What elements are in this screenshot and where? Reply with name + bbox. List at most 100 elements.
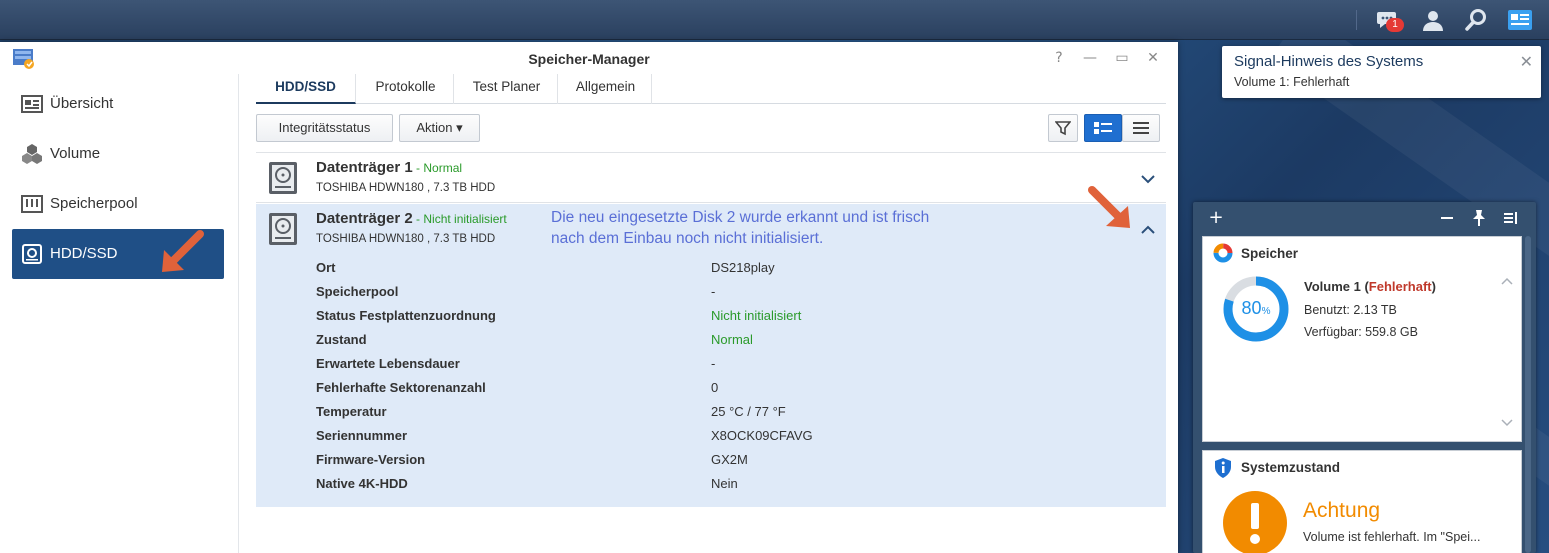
detail-label: Seriennummer [316, 428, 408, 443]
chevron-up-icon[interactable] [1501, 275, 1513, 290]
taskbar: 1 [0, 0, 1549, 40]
maximize-icon[interactable]: ▭ [1114, 50, 1130, 66]
detail-value: - [711, 356, 716, 371]
disk-list: Datenträger 1 - Normal TOSHIBA HDWN180 ,… [256, 152, 1166, 507]
detail-list-icon [1094, 122, 1112, 134]
add-widget-icon[interactable]: + [1206, 208, 1226, 228]
disk-name: Datenträger 2 - Nicht initialisiert [316, 210, 507, 227]
usage-percent-value: 80 [1241, 298, 1262, 318]
overview-icon [21, 93, 43, 115]
warning-icon [1223, 491, 1287, 553]
detail-value: 0 [711, 380, 719, 395]
integrity-status-button[interactable]: Integritätsstatus [256, 114, 393, 142]
volume-used: Benutzt: 2.13 TB [1304, 303, 1397, 317]
detail-label: Fehlerhafte Sektorenanzahl [316, 380, 486, 395]
health-text: Volume ist fehlerhaft. Im "Spei... [1303, 530, 1481, 544]
hdd-icon [21, 243, 43, 265]
detail-value: Normal [711, 332, 753, 347]
help-icon[interactable]: ? [1051, 50, 1067, 66]
sidebar-item-overview[interactable]: Übersicht [12, 79, 224, 129]
disk-row-1[interactable]: Datenträger 1 - Normal TOSHIBA HDWN180 ,… [256, 153, 1166, 203]
chevron-down-icon[interactable] [1140, 171, 1156, 187]
storage-pool-icon [21, 193, 43, 215]
tab-hdd-ssd[interactable]: HDD/SSD [256, 74, 356, 104]
detail-label: Erwartete Lebensdauer [316, 356, 460, 371]
arrow-annotation-icon [1086, 186, 1134, 232]
detail-value: DS218play [711, 260, 775, 275]
list-icon [1133, 122, 1149, 134]
hdd-icon [268, 161, 298, 195]
chevron-up-icon[interactable] [1140, 222, 1156, 238]
notification-body: Volume 1: Fehlerhaft [1234, 75, 1350, 89]
sidebar-item-volume[interactable]: Volume [12, 129, 224, 179]
window-titlebar[interactable]: Speicher-Manager ? — ▭ ✕ [0, 42, 1178, 74]
user-icon[interactable] [1421, 8, 1445, 32]
tab-logs[interactable]: Protokolle [358, 74, 454, 104]
disk-model: TOSHIBA HDWN180 , 7.3 TB HDD [316, 182, 496, 194]
volume-free: Verfügbar: 559.8 GB [1304, 325, 1418, 339]
storage-widget: Speicher 80% Volume 1 (Fehlerhaft) Benut… [1202, 236, 1522, 442]
detail-value: 25 °C / 77 °F [711, 404, 786, 419]
disk-name-text: Datenträger 2 [316, 210, 413, 227]
filter-icon [1054, 121, 1072, 136]
volume-state: Fehlerhaft [1368, 279, 1432, 294]
widget-settings-icon[interactable] [1501, 208, 1521, 228]
taskbar-separator [1356, 10, 1357, 30]
close-icon[interactable]: ✕ [1145, 50, 1161, 66]
search-icon[interactable] [1464, 8, 1488, 32]
disk-status: - Nicht initialisiert [412, 212, 507, 226]
shield-info-icon [1213, 457, 1233, 479]
chevron-down-icon[interactable] [1501, 417, 1513, 432]
widget-panel: + Speicher 80% Volume 1 (Fehlerhaft) Ben… [1193, 202, 1536, 553]
sidebar-item-label: Volume [50, 145, 101, 162]
hdd-icon [268, 212, 298, 246]
detail-value: GX2M [711, 452, 748, 467]
disk-model: TOSHIBA HDWN180 , 7.3 TB HDD [316, 233, 496, 245]
sidebar-item-label: Speicherpool [50, 195, 138, 212]
detail-value: Nein [711, 476, 738, 491]
storage-widget-title: Speicher [1241, 246, 1299, 261]
detail-label: Speicherpool [316, 284, 399, 299]
disk-row-2[interactable]: Datenträger 2 - Nicht initialisiert TOSH… [256, 186, 1166, 507]
usage-percent-unit: % [1261, 306, 1271, 317]
list-compact-view-button[interactable] [1122, 114, 1160, 142]
window-title: Speicher-Manager [528, 51, 650, 67]
minimize-icon[interactable]: — [1082, 50, 1098, 66]
arrow-annotation-icon [158, 230, 206, 276]
detail-label: Native 4K-HDD [316, 476, 408, 491]
detail-label: Ort [316, 260, 336, 275]
filter-button[interactable] [1048, 114, 1078, 142]
widget-toolbar: + [1193, 202, 1536, 234]
sidebar-item-label: HDD/SSD [50, 245, 118, 262]
notification-title: Signal-Hinweis des Systems [1234, 53, 1424, 70]
disk-name: Datenträger 1 - Normal [316, 159, 462, 176]
widgets-icon[interactable] [1507, 8, 1533, 32]
system-health-widget: Systemzustand Achtung Volume ist fehlerh… [1202, 450, 1522, 553]
storage-manager-window: Speicher-Manager ? — ▭ ✕ Übersicht Volum… [0, 42, 1178, 553]
cubes-icon [21, 143, 43, 165]
detail-value: Nicht initialisiert [711, 308, 802, 323]
storage-widget-icon [1213, 243, 1233, 263]
health-status: Achtung [1303, 499, 1381, 522]
volume-name-text: Volume 1 ( [1304, 279, 1369, 294]
detail-value: - [711, 284, 716, 299]
annotation-text: Die neu eingesetzte Disk 2 wurde erkannt… [551, 209, 930, 247]
system-health-title: Systemzustand [1241, 460, 1341, 475]
chat-badge: 1 [1386, 18, 1404, 32]
sidebar-item-storage-pool[interactable]: Speicherpool [12, 179, 224, 229]
detail-value: X8OCK09CFAVG [711, 428, 813, 443]
system-notification[interactable]: Signal-Hinweis des Systems Volume 1: Feh… [1222, 46, 1541, 98]
main-content: HDD/SSD Protokolle Test Planer Allgemein… [256, 74, 1166, 553]
close-icon[interactable]: ✕ [1520, 52, 1533, 71]
sidebar: Übersicht Volume Speicherpool HDD/SSD [0, 74, 239, 553]
widget-scrollbar[interactable] [1525, 236, 1531, 553]
action-button[interactable]: Aktion ▾ [399, 114, 480, 142]
pin-icon[interactable] [1469, 208, 1489, 228]
list-detail-view-button[interactable] [1084, 114, 1122, 142]
tab-general[interactable]: Allgemein [560, 74, 652, 104]
minimize-icon[interactable] [1437, 208, 1457, 228]
volume-name: Volume 1 (Fehlerhaft) [1304, 279, 1436, 294]
detail-label: Firmware-Version [316, 452, 426, 467]
toolbar: Integritätsstatus Aktion ▾ [256, 114, 1166, 144]
tab-test-scheduler[interactable]: Test Planer [456, 74, 558, 104]
